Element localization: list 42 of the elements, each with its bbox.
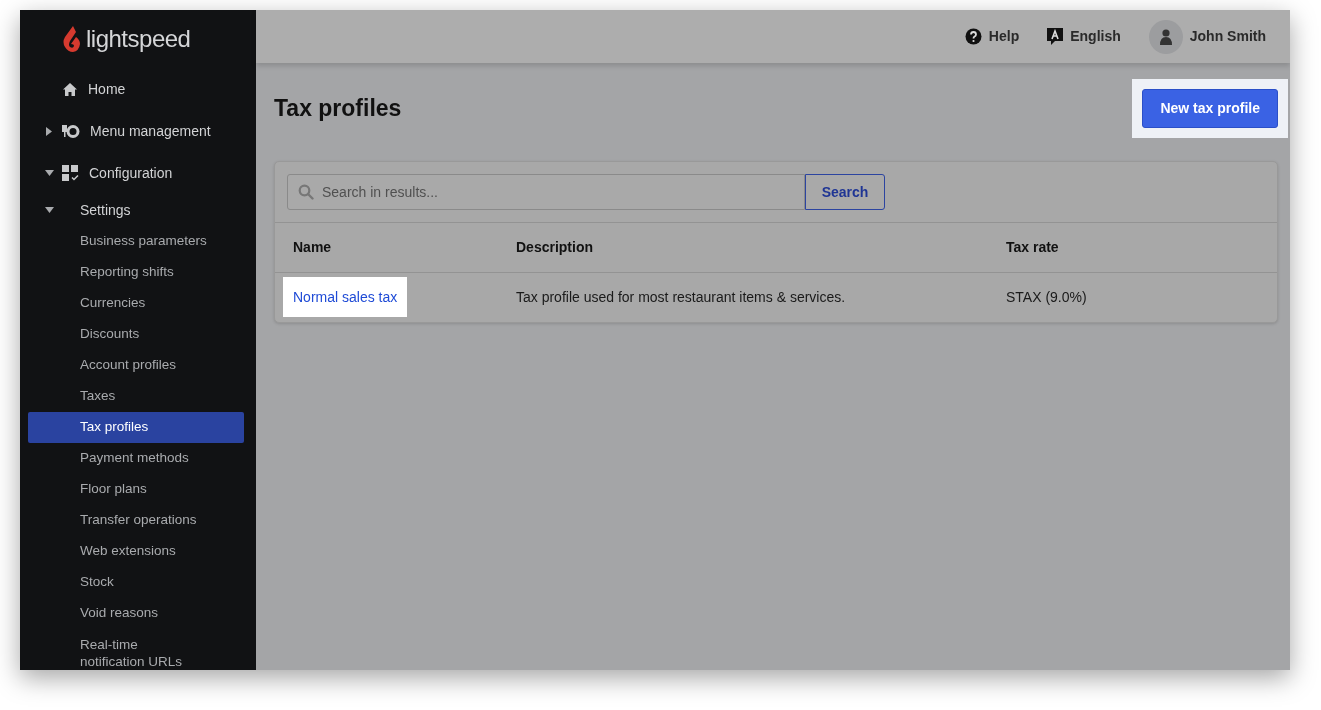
dish-icon [62,124,80,140]
table-cell-text: STAX (9.0%) [1006,288,1088,307]
home-icon [62,82,78,98]
avatar-icon [1148,19,1183,54]
search-button[interactable]: Search [805,174,885,210]
grid-icon [62,165,79,183]
sidebar-item[interactable]: Stock [28,567,244,598]
sidebar-item[interactable]: Home [88,78,126,100]
sidebar-item[interactable]: Payment methods [28,443,244,474]
caret-icon[interactable] [44,170,54,176]
sidebar-item[interactable]: Void reasons [28,598,244,629]
sidebar-item[interactable]: Web extensions [28,536,244,567]
sidebar-item[interactable]: Currencies [28,288,244,319]
sidebar-item[interactable]: Floor plans [28,474,244,505]
sidebar-item[interactable]: Settings [80,199,131,221]
column-header[interactable]: Name [275,237,516,258]
sidebar-item[interactable]: Account profiles [28,350,244,381]
sidebar-item[interactable]: Transfer operations [28,505,244,536]
sidebar-item[interactable]: Reporting shifts [28,257,244,288]
help-icon [964,28,982,45]
table-cell-text: Tax profile used for most restaurant items & services. [516,288,847,307]
new-tax-profile-button[interactable]: New tax profile [1142,89,1278,128]
sidebar-item[interactable]: Discounts [28,319,244,350]
logo-icon [62,25,82,53]
sidebar-item[interactable]: Tax profiles [28,412,244,443]
language-icon [1047,28,1064,45]
logo-text: lightspeed [86,24,191,54]
page-title: Tax profiles [274,95,402,123]
column-header[interactable]: Description [516,237,1006,258]
profile-link[interactable]: Normal sales tax [283,277,408,317]
caret-icon[interactable] [46,126,52,136]
sidebar-item[interactable]: Business parameters [28,226,244,257]
search-field[interactable]: Search in results... [287,174,805,210]
language-link[interactable]: English [1070,26,1121,47]
sidebar-item[interactable]: Taxes [28,381,244,412]
help-link[interactable]: Help [988,26,1020,47]
caret-icon[interactable] [44,207,54,213]
sidebar-item[interactable]: Real-time notification URLs [28,629,244,670]
column-header[interactable]: Tax rate [1006,237,1277,258]
sidebar-item[interactable]: Configuration [89,162,173,184]
user-menu[interactable]: John Smith [1189,26,1266,47]
sidebar-item[interactable]: Menu management [90,120,211,142]
